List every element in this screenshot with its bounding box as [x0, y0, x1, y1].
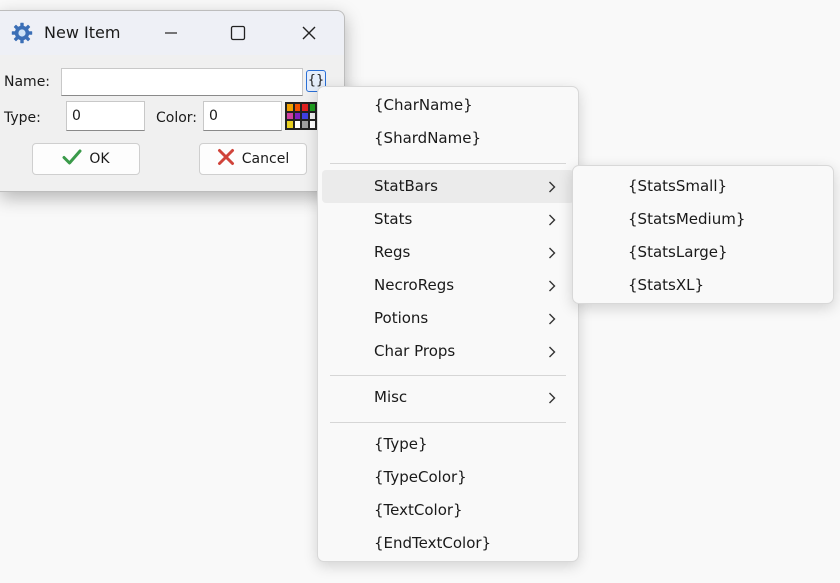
menu-item-label: {StatsXL}	[628, 276, 705, 294]
checkmark-icon	[62, 148, 82, 170]
menu-item-label: Regs	[374, 243, 411, 261]
gear-icon	[11, 22, 33, 44]
menu-separator	[330, 163, 566, 164]
menu-item-label: Stats	[374, 210, 413, 228]
menu-item-label: {EndTextColor}	[374, 534, 492, 552]
palette-swatch	[294, 112, 300, 120]
ok-button[interactable]: OK	[32, 143, 140, 175]
cancel-x-icon	[217, 148, 235, 170]
menu-item-label: {CharName}	[374, 96, 473, 114]
menu-item-necroregs[interactable]: NecroRegs	[322, 269, 574, 302]
menu-item-label: Potions	[374, 309, 429, 327]
chevron-right-icon	[548, 335, 556, 368]
menu-item-label: Misc	[374, 388, 408, 406]
menu-item-charname[interactable]: {CharName}	[322, 89, 574, 122]
menu-item-type[interactable]: {Type}	[322, 428, 574, 461]
chevron-right-icon	[548, 381, 556, 414]
color-palette-icon[interactable]	[285, 102, 317, 130]
menu-item-label: Char Props	[374, 342, 456, 360]
cancel-button[interactable]: Cancel	[199, 143, 307, 175]
palette-swatch	[302, 121, 308, 128]
palette-swatch	[302, 112, 308, 120]
menu-separator	[330, 422, 566, 423]
palette-swatch	[294, 104, 300, 111]
menu-separator	[330, 375, 566, 376]
menu-item-label: {TypeColor}	[374, 468, 467, 486]
palette-swatch	[287, 104, 293, 111]
menu-item-statssmall[interactable]: {StatsSmall}	[577, 170, 829, 203]
cancel-button-label: Cancel	[241, 151, 290, 167]
color-input[interactable]	[203, 101, 282, 131]
color-label: Color:	[156, 110, 198, 126]
menu-item-label: StatBars	[374, 177, 438, 195]
chevron-right-icon	[548, 302, 556, 335]
menu-item-misc[interactable]: Misc	[322, 381, 574, 414]
menu-item-statsmedium[interactable]: {StatsMedium}	[577, 203, 829, 236]
menu-item-char-props[interactable]: Char Props	[322, 335, 574, 368]
menu-item-endtextcolor[interactable]: {EndTextColor}	[322, 527, 574, 560]
menu-item-label: {ShardName}	[374, 129, 481, 147]
chevron-right-icon	[548, 203, 556, 236]
menu-item-typecolor[interactable]: {TypeColor}	[322, 461, 574, 494]
palette-swatch	[309, 104, 315, 111]
menu-item-label: {StatsSmall}	[628, 177, 728, 195]
ok-button-label: OK	[89, 151, 110, 167]
type-label: Type:	[4, 110, 41, 126]
palette-swatch	[294, 121, 300, 128]
chevron-right-icon	[548, 170, 556, 203]
palette-swatch	[309, 112, 315, 120]
palette-swatch	[302, 104, 308, 111]
name-label: Name:	[4, 74, 51, 90]
minimize-icon[interactable]	[153, 19, 189, 47]
maximize-icon[interactable]	[220, 19, 256, 47]
palette-swatch	[287, 112, 293, 120]
menu-item-label: {Type}	[374, 435, 428, 453]
title-bar[interactable]: New Item	[0, 11, 344, 55]
menu-item-label: {TextColor}	[374, 501, 463, 519]
menu-item-statslarge[interactable]: {StatsLarge}	[577, 236, 829, 269]
menu-item-stats[interactable]: Stats	[322, 203, 574, 236]
menu-item-statbars[interactable]: StatBars	[322, 170, 574, 203]
variables-context-menu: {CharName} {ShardName} StatBars Stats Re…	[317, 86, 579, 562]
menu-item-textcolor[interactable]: {TextColor}	[322, 494, 574, 527]
menu-item-potions[interactable]: Potions	[322, 302, 574, 335]
menu-item-label: NecroRegs	[374, 276, 455, 294]
menu-item-label: {StatsMedium}	[628, 210, 746, 228]
type-input[interactable]	[66, 101, 145, 131]
chevron-right-icon	[548, 236, 556, 269]
chevron-right-icon	[548, 269, 556, 302]
palette-swatch	[309, 121, 315, 128]
menu-item-shardname[interactable]: {ShardName}	[322, 122, 574, 155]
close-icon[interactable]	[291, 19, 327, 47]
window-title: New Item	[44, 23, 121, 42]
menu-item-label: {StatsLarge}	[628, 243, 728, 261]
palette-swatch	[287, 121, 293, 128]
menu-item-regs[interactable]: Regs	[322, 236, 574, 269]
name-input[interactable]	[61, 68, 303, 96]
statbars-submenu: {StatsSmall} {StatsMedium} {StatsLarge} …	[572, 165, 834, 304]
menu-item-statsxl[interactable]: {StatsXL}	[577, 269, 829, 302]
new-item-dialog: New Item Name: {} Type: Color: OK Cancel	[0, 10, 345, 192]
